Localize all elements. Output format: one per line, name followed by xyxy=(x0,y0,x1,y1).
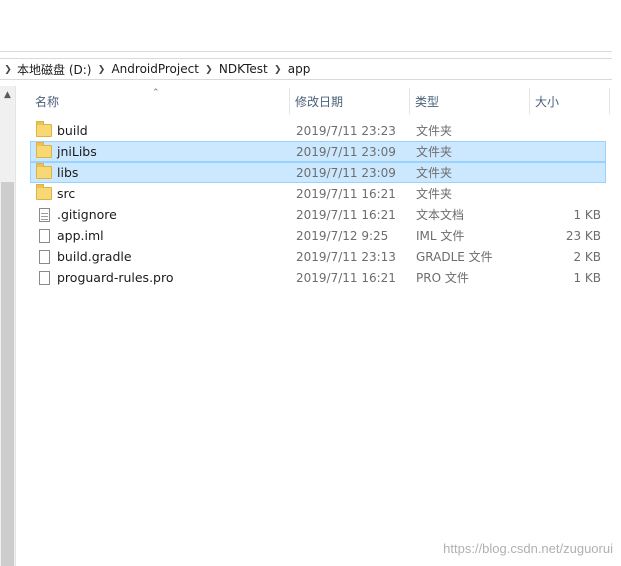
file-name[interactable]: build xyxy=(57,123,297,138)
file-icon-cell xyxy=(31,207,57,222)
file-row[interactable]: build 2019/7/11 23:23 文件夹 xyxy=(30,120,606,141)
file-name[interactable]: app.iml xyxy=(57,228,297,243)
file-icon-cell xyxy=(31,249,57,264)
file-row[interactable]: build.gradle 2019/7/11 23:13 GRADLE 文件 2 KB xyxy=(30,246,606,267)
chevron-right-icon[interactable]: ❯ xyxy=(2,64,14,75)
file-modified-date: 2019/7/11 23:09 xyxy=(296,144,396,159)
file-size: 1 KB xyxy=(573,207,601,222)
file-modified-date: 2019/7/11 23:13 xyxy=(296,249,396,264)
ribbon-area xyxy=(0,0,621,52)
column-header-type[interactable]: 类型 xyxy=(410,88,530,114)
file-icon-cell xyxy=(31,184,57,200)
window-edge xyxy=(612,52,621,566)
file-name[interactable]: libs xyxy=(57,165,297,180)
file-icon-cell xyxy=(31,142,57,158)
sort-ascending-icon: ⌃ xyxy=(152,88,160,98)
watermark: https://blog.csdn.net/zuguorui xyxy=(443,541,613,556)
navigation-pane-scrollbar[interactable]: ▲ xyxy=(0,86,15,566)
file-size: 1 KB xyxy=(573,270,601,285)
breadcrumb-ndktest[interactable]: NDKTest xyxy=(216,62,271,76)
file-size: 2 KB xyxy=(573,249,601,264)
file-icon-cell xyxy=(31,121,57,137)
file-row[interactable]: src 2019/7/11 16:21 文件夹 xyxy=(30,183,606,204)
file-type: IML 文件 xyxy=(416,229,465,243)
column-header-size-label: 大小 xyxy=(535,94,560,109)
file-modified-date: 2019/7/11 23:09 xyxy=(296,165,396,180)
file-modified-date: 2019/7/11 16:21 xyxy=(296,186,396,201)
folder-icon xyxy=(36,142,52,158)
file-type: GRADLE 文件 xyxy=(416,250,493,264)
file-row[interactable]: .gitignore 2019/7/11 16:21 文本文档 1 KB xyxy=(30,204,606,225)
file-row[interactable]: jniLibs 2019/7/11 23:09 文件夹 xyxy=(30,141,606,162)
file-icon xyxy=(38,228,50,243)
file-name[interactable]: src xyxy=(57,186,297,201)
file-list: build 2019/7/11 23:23 文件夹 jniLibs 2019/7/11 … xyxy=(30,120,606,288)
file-type: 文件夹 xyxy=(416,166,453,180)
column-header-name[interactable]: 名称 xyxy=(30,88,290,114)
chevron-right-icon[interactable]: ❯ xyxy=(202,64,216,75)
column-header-date-label: 修改日期 xyxy=(295,94,344,109)
file-type: 文件夹 xyxy=(416,187,453,201)
scrollbar-thumb[interactable] xyxy=(1,182,14,566)
text-file-icon xyxy=(38,207,50,222)
file-row[interactable]: libs 2019/7/11 23:09 文件夹 xyxy=(30,162,606,183)
pane-divider[interactable] xyxy=(15,86,16,566)
column-header-date[interactable]: 修改日期 xyxy=(290,88,410,114)
breadcrumb-app[interactable]: app xyxy=(285,62,314,76)
folder-icon xyxy=(36,184,52,200)
file-row[interactable]: app.iml 2019/7/12 9:25 IML 文件 23 KB xyxy=(30,225,606,246)
column-header-name-label: 名称 xyxy=(35,94,60,109)
chevron-right-icon[interactable]: ❯ xyxy=(94,64,108,75)
file-row[interactable]: proguard-rules.pro 2019/7/11 16:21 PRO 文件 1… xyxy=(30,267,606,288)
file-icon xyxy=(38,249,50,264)
file-type: 文本文档 xyxy=(416,208,465,222)
file-icon xyxy=(38,270,50,285)
file-modified-date: 2019/7/11 23:23 xyxy=(296,123,396,138)
file-explorer-window: ❯ 本地磁盘 (D:) ❯ AndroidProject ❯ NDKTest ❯… xyxy=(0,0,621,566)
file-name[interactable]: build.gradle xyxy=(57,249,297,264)
column-header-size[interactable]: 大小 xyxy=(530,88,610,114)
address-bar[interactable]: ❯ 本地磁盘 (D:) ❯ AndroidProject ❯ NDKTest ❯… xyxy=(0,58,612,80)
file-icon-cell xyxy=(31,163,57,179)
file-name[interactable]: .gitignore xyxy=(57,207,297,222)
file-name[interactable]: jniLibs xyxy=(57,144,297,159)
file-type: 文件夹 xyxy=(416,124,453,138)
ribbon-divider xyxy=(0,51,612,52)
folder-icon xyxy=(36,121,52,137)
breadcrumb-drive[interactable]: 本地磁盘 (D:) xyxy=(14,61,94,78)
column-divider[interactable] xyxy=(609,88,610,114)
file-type: PRO 文件 xyxy=(416,271,469,285)
file-modified-date: 2019/7/12 9:25 xyxy=(296,228,389,243)
file-modified-date: 2019/7/11 16:21 xyxy=(296,270,396,285)
folder-icon xyxy=(36,163,52,179)
chevron-right-icon[interactable]: ❯ xyxy=(271,64,285,75)
file-icon-cell xyxy=(31,270,57,285)
file-icon-cell xyxy=(31,228,57,243)
column-header-type-label: 类型 xyxy=(415,94,440,109)
file-name[interactable]: proguard-rules.pro xyxy=(57,270,297,285)
scroll-up-arrow-icon[interactable]: ▲ xyxy=(0,86,15,103)
breadcrumb-androidproject[interactable]: AndroidProject xyxy=(108,62,201,76)
file-size: 23 KB xyxy=(565,228,601,243)
file-modified-date: 2019/7/11 16:21 xyxy=(296,207,396,222)
file-type: 文件夹 xyxy=(416,145,453,159)
